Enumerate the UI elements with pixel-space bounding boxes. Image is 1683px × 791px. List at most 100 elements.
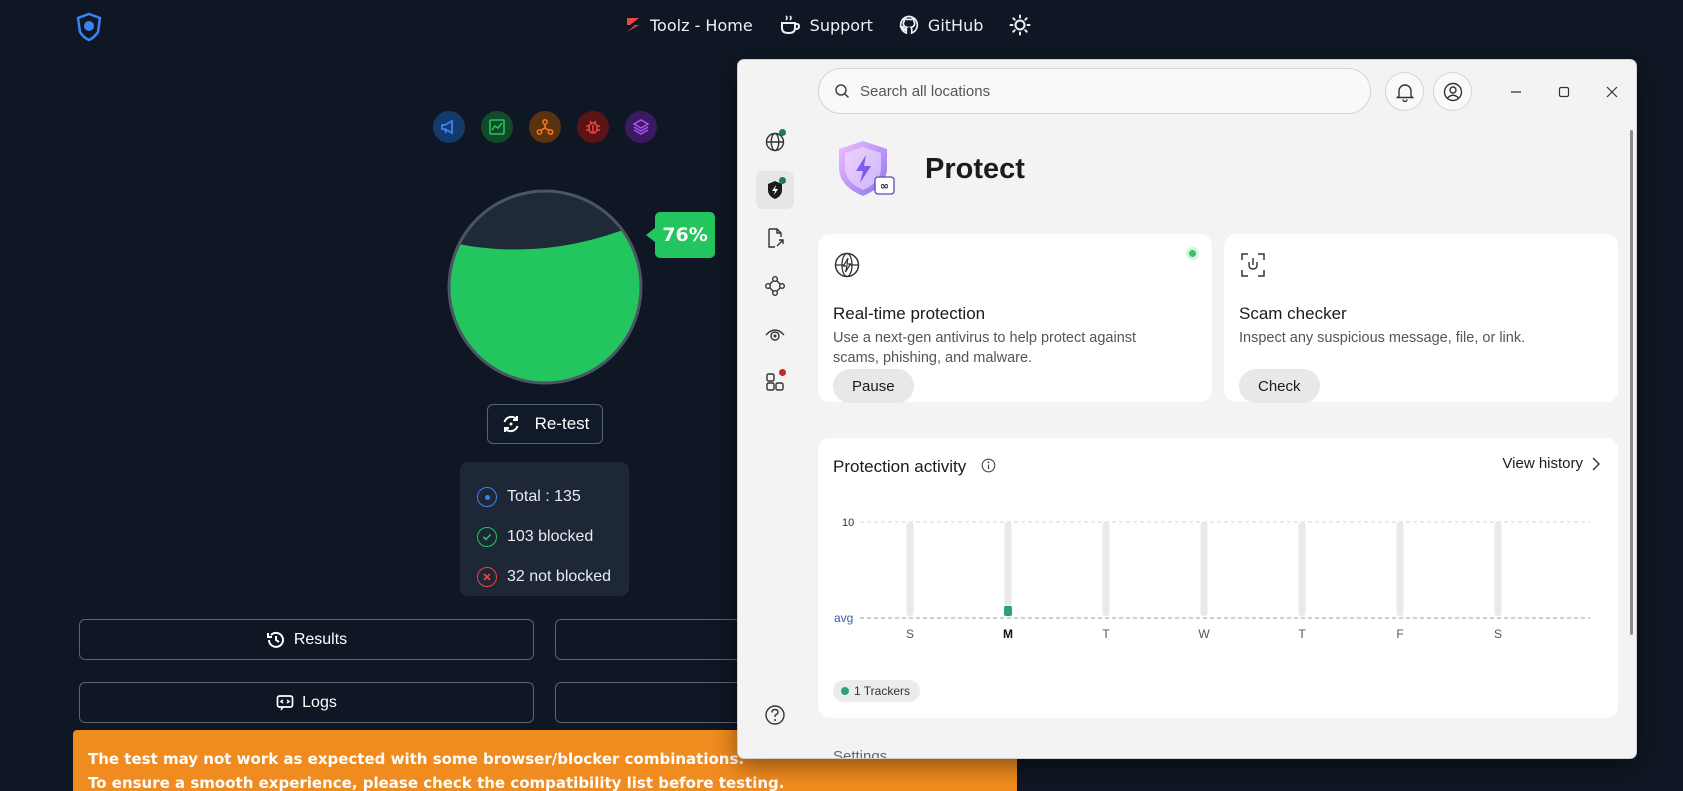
bar-track	[1494, 522, 1502, 616]
minimize-button[interactable]	[1504, 80, 1528, 104]
score-gauge	[447, 189, 643, 385]
bar-track	[906, 522, 914, 616]
retest-button[interactable]: Re-test	[487, 404, 603, 444]
maximize-button[interactable]	[1552, 80, 1576, 104]
bug-icon	[586, 120, 600, 134]
tertiary-action-button[interactable]	[555, 682, 755, 723]
secondary-action-button[interactable]	[555, 619, 755, 660]
trackers-legend-dot	[841, 687, 849, 695]
bar-track	[1004, 522, 1012, 616]
target-icon	[477, 487, 497, 507]
rail-file-share[interactable]	[756, 219, 794, 257]
top-navigation: Toolz - Home Support GitHub	[625, 14, 1031, 36]
help-icon	[765, 705, 785, 725]
alert-dot	[779, 369, 786, 376]
theme-toggle[interactable]	[1009, 14, 1031, 36]
site-logo-icon[interactable]	[74, 12, 104, 42]
logs-icon	[276, 694, 294, 710]
scam-desc: Inspect any suspicious message, file, or…	[1239, 330, 1526, 346]
coffee-icon	[780, 15, 800, 34]
logs-label: Logs	[302, 693, 337, 711]
retest-label: Re-test	[534, 414, 590, 433]
realtime-desc: Use a next-gen antivirus to help protect…	[833, 330, 1137, 366]
ytick-label: avg	[834, 611, 853, 625]
ytick-label: 10	[842, 517, 854, 529]
xtick-label: M	[1003, 627, 1013, 641]
trackers-legend-tag: 1 Trackers	[833, 680, 921, 702]
stat-total-text: Total : 135	[507, 488, 581, 505]
check-circle-icon	[477, 527, 497, 547]
rail-help[interactable]	[756, 696, 794, 734]
svg-text:∞: ∞	[880, 180, 889, 193]
nodes-icon	[765, 276, 785, 296]
scam-title: Scam checker	[1239, 304, 1347, 323]
rail-network[interactable]	[756, 123, 794, 161]
mix-badge[interactable]	[625, 111, 657, 143]
pause-button[interactable]: Pause	[833, 369, 914, 403]
xtick-label: W	[1198, 627, 1210, 641]
bar-track	[1102, 522, 1110, 616]
warning-line-2: To ensure a smooth experience, please ch…	[88, 774, 785, 791]
xtick-label: T	[1102, 627, 1110, 641]
nav-toolz-home[interactable]: Toolz - Home	[625, 16, 753, 35]
chart-icon	[489, 119, 505, 135]
bell-icon	[1395, 83, 1414, 102]
bar	[1004, 606, 1012, 616]
xtick-label: T	[1298, 627, 1306, 641]
scam-checker-card[interactable]: Scam checker Inspect any suspicious mess…	[1224, 234, 1618, 403]
category-badges	[433, 111, 657, 143]
close-icon	[1606, 86, 1618, 98]
minimize-icon	[1511, 91, 1521, 93]
user-icon	[1443, 82, 1462, 101]
realtime-title: Real-time protection	[833, 304, 986, 323]
close-button[interactable]	[1600, 80, 1624, 104]
bar-track	[1396, 522, 1404, 616]
bar-track	[1200, 522, 1208, 616]
logs-button[interactable]: Logs	[79, 682, 534, 723]
nav-support[interactable]: Support	[779, 15, 873, 35]
check-button[interactable]: Check	[1239, 369, 1320, 403]
protect-window: ∞ Protect Real-time protection Use a nex…	[737, 59, 1637, 759]
search-icon	[835, 84, 850, 99]
results-button[interactable]: Results	[79, 619, 534, 660]
results-summary: Total : 135 103 blocked 32 not blocked	[460, 462, 629, 596]
score-percent-badge: 76%	[646, 212, 715, 258]
search-input[interactable]	[860, 82, 1340, 100]
stat-not-blocked-text: 32 not blocked	[507, 568, 612, 585]
xtick-label: F	[1396, 627, 1403, 641]
account-button[interactable]	[1433, 72, 1472, 111]
nav-github-label: GitHub	[927, 15, 984, 35]
nav-support-label: Support	[809, 15, 873, 35]
scan-icon	[1241, 253, 1265, 277]
status-dot	[779, 177, 786, 184]
nav-github[interactable]: GitHub	[898, 15, 984, 35]
rail-connections[interactable]	[756, 267, 794, 305]
analytics-badge[interactable]	[481, 111, 513, 143]
github-icon	[898, 15, 919, 35]
active-status-dot	[1189, 250, 1196, 257]
refresh-icon	[503, 416, 519, 432]
realtime-protection-card[interactable]: Real-time protection Use a next-gen anti…	[818, 234, 1212, 403]
error-tracking-badge[interactable]	[577, 111, 609, 143]
nav-toolz-home-label: Toolz - Home	[650, 15, 753, 35]
stat-total: Total : 135	[477, 477, 629, 517]
notifications-button[interactable]	[1385, 72, 1424, 111]
bar-track	[1298, 522, 1306, 616]
search-bar[interactable]	[818, 68, 1371, 114]
results-label: Results	[293, 630, 348, 648]
globe-bolt-icon	[834, 252, 860, 278]
megaphone-icon	[441, 119, 453, 135]
rail-protect[interactable]	[756, 171, 794, 209]
stat-blocked: 103 blocked	[477, 517, 629, 557]
history-icon	[266, 631, 284, 648]
window-scrollbar[interactable]	[1630, 130, 1633, 635]
xtick-label: S	[906, 627, 914, 641]
toolz-logo-icon	[627, 18, 639, 32]
social-badge[interactable]	[529, 111, 561, 143]
maximize-icon	[1558, 86, 1570, 98]
rail-privacy[interactable]	[756, 315, 794, 353]
protection-activity-card: Protection activity View history 10 avg S M…	[818, 438, 1618, 718]
rail-apps[interactable]	[756, 363, 794, 401]
stat-not-blocked: 32 not blocked	[477, 557, 629, 597]
ads-badge[interactable]	[433, 111, 465, 143]
